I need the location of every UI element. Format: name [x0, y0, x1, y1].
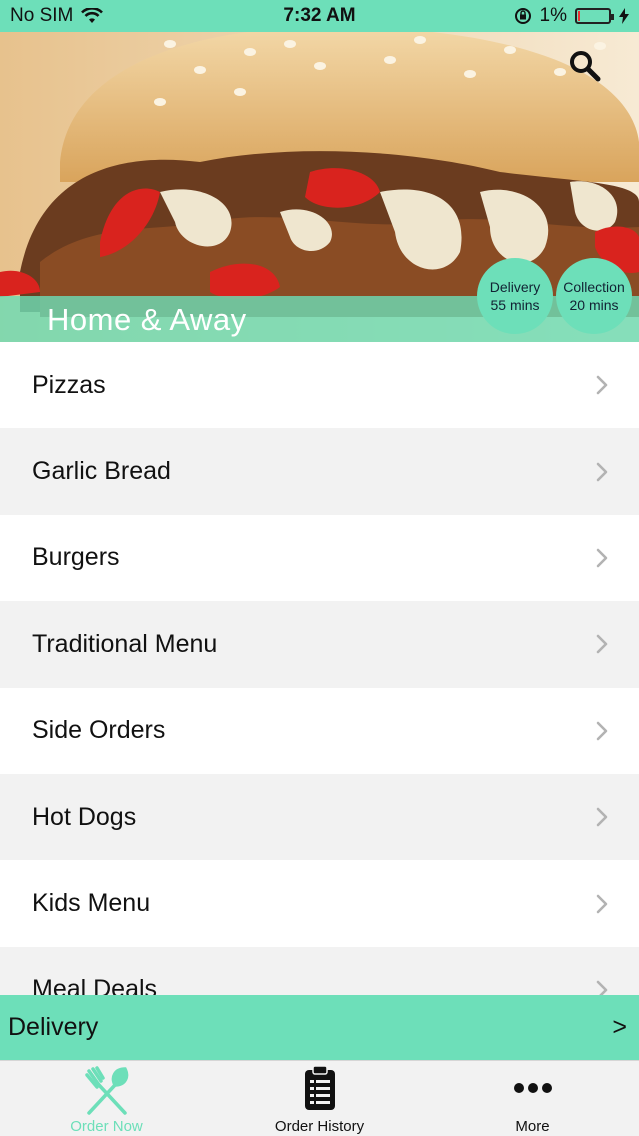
menu-item-label: Pizzas [32, 370, 106, 399]
chevron-right-icon [596, 548, 608, 568]
menu-item-label: Kids Menu [32, 889, 151, 918]
menu-item-side-orders[interactable]: Side Orders [0, 687, 639, 774]
menu-item-traditional-menu[interactable]: Traditional Menu [0, 601, 639, 688]
more-dots-icon [513, 1083, 552, 1093]
order-mode-bar[interactable]: Delivery > [0, 995, 639, 1060]
menu-item-label: Burgers [32, 543, 120, 572]
menu-item-label: Side Orders [32, 716, 166, 745]
menu-item-kids-menu[interactable]: Kids Menu [0, 860, 639, 947]
status-bar: No SIM 7:32 AM 1% [0, 0, 639, 32]
wifi-icon [81, 8, 104, 23]
delivery-badge-time: 55 mins [490, 297, 540, 313]
battery-icon [575, 8, 614, 24]
hero-banner: Home & Away Delivery 55 mins Collection … [0, 32, 639, 342]
delivery-badge-label: Delivery [489, 279, 541, 295]
chevron-right-icon [596, 375, 608, 395]
order-mode-label: Delivery [8, 1013, 99, 1041]
menu-item-pizzas[interactable]: Pizzas [0, 342, 639, 429]
chevron-right-icon [596, 462, 608, 481]
tab-label: More [515, 1118, 550, 1135]
fork-knife-icon [84, 1066, 128, 1115]
restaurant-name: Home & Away [47, 302, 247, 337]
chevron-right-icon [596, 635, 608, 654]
tab-bar: Order Now Order History More [0, 1060, 639, 1136]
chevron-right-icon [596, 807, 608, 827]
chevron-right-icon [596, 894, 608, 913]
menu-category-list: Pizzas Garlic Bread Burgers Traditional … [0, 342, 639, 995]
chevron-right-icon [596, 980, 608, 995]
carrier-label: No SIM [10, 5, 74, 26]
tab-order-history[interactable]: Order History [213, 1061, 426, 1136]
menu-item-garlic-bread[interactable]: Garlic Bread [0, 428, 639, 515]
menu-item-hot-dogs[interactable]: Hot Dogs [0, 773, 639, 861]
status-left: No SIM [10, 5, 104, 27]
delivery-time-badge: Delivery 55 mins [477, 258, 553, 334]
menu-item-label: Traditional Menu [32, 629, 218, 658]
menu-item-label: Meal Deals [32, 975, 158, 995]
tab-label: Order Now [70, 1118, 143, 1135]
rotation-lock-icon [514, 8, 531, 24]
menu-item-label: Hot Dogs [32, 802, 137, 831]
menu-item-meal-deals[interactable]: Meal Deals [0, 946, 639, 995]
status-right: 1% [514, 5, 629, 27]
tab-label: Order History [274, 1118, 365, 1135]
menu-item-burgers[interactable]: Burgers [0, 514, 639, 602]
clipboard-icon [304, 1065, 335, 1110]
collection-badge-time: 20 mins [569, 297, 619, 313]
tab-more[interactable]: More [426, 1061, 639, 1136]
collection-time-badge: Collection 20 mins [556, 258, 632, 334]
order-mode-arrow: > [612, 1013, 627, 1041]
charging-icon [619, 8, 629, 24]
tab-order-now[interactable]: Order Now [0, 1061, 213, 1136]
search-icon[interactable] [567, 48, 603, 84]
battery-percent: 1% [539, 5, 567, 26]
chevron-right-icon [596, 721, 608, 741]
collection-badge-label: Collection [563, 279, 625, 295]
menu-item-label: Garlic Bread [32, 457, 171, 486]
